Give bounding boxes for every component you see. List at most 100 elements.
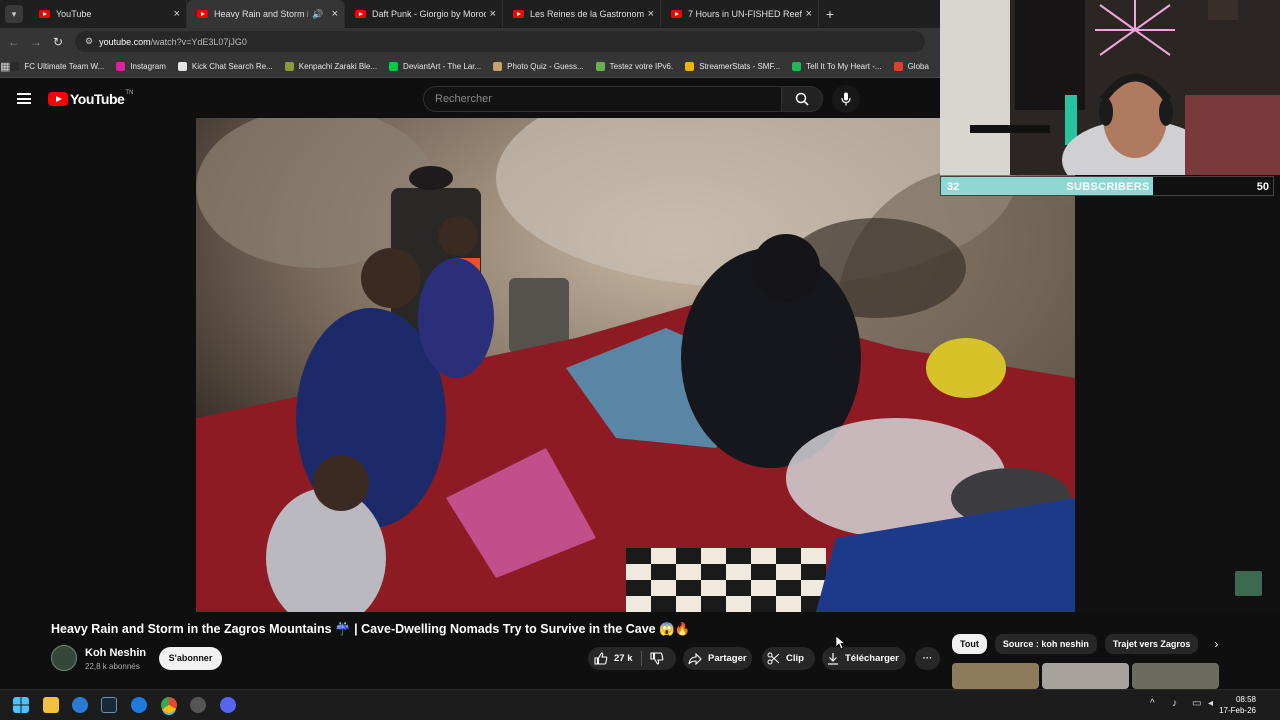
file-explorer-icon[interactable] xyxy=(43,697,59,713)
tab-title: Heavy Rain and Storm in the xyxy=(214,9,308,19)
bookmark-label: Kick Chat Search Re... xyxy=(191,61,273,71)
tab-title: YouTube xyxy=(56,9,92,19)
bookmarks-bar: ▦ FC Ultimate Team W... Instagram Kick Cha… xyxy=(0,55,940,78)
more-icon: ··· xyxy=(922,653,933,664)
bookmark-item[interactable]: StreamerStats - SMF... xyxy=(685,61,781,71)
chevron-right-icon[interactable]: › xyxy=(1214,637,1218,651)
browser-tab[interactable]: Heavy Rain and Storm in the 🔊 × xyxy=(187,0,345,28)
filter-chip[interactable]: Trajet vers Zagros xyxy=(1104,634,1199,654)
filter-chip[interactable]: Source : koh neshin xyxy=(994,634,1097,654)
dislike-button[interactable] xyxy=(642,652,664,665)
discord-icon[interactable] xyxy=(220,697,236,713)
download-icon xyxy=(828,653,838,665)
recommended-thumbnail[interactable] xyxy=(1132,663,1219,689)
bookmark-label: Globa xyxy=(907,61,929,71)
like-button[interactable]: 27 k xyxy=(588,651,642,666)
bookmark-item[interactable]: Photo Quiz - Guess... xyxy=(493,61,584,71)
address-bar[interactable]: ⚙ youtube.com/watch?v=YdE3L07jJG0 xyxy=(75,31,925,52)
subscribe-button[interactable]: S'abonner xyxy=(159,647,222,670)
tab-strip: YouTube×Heavy Rain and Storm in the🔊×Daf… xyxy=(29,0,819,28)
clip-button[interactable]: Clip xyxy=(762,647,815,670)
forward-icon[interactable]: → xyxy=(25,35,47,49)
voice-search-button[interactable] xyxy=(832,85,860,113)
bookmark-label: StreamerStats - SMF... xyxy=(699,61,781,71)
bookmark-item[interactable]: Globa xyxy=(893,61,929,71)
windows-start-icon[interactable] xyxy=(13,697,29,713)
browser-tab[interactable]: 7 Hours in UN-FISHED Reef Ho × xyxy=(661,0,819,28)
recommended-thumbnail[interactable] xyxy=(1042,663,1129,689)
video-title: Heavy Rain and Storm in the Zagros Mount… xyxy=(51,622,691,636)
channel-avatar[interactable] xyxy=(51,645,77,671)
browser-tab[interactable]: Les Reines de la Gastronomie d × xyxy=(503,0,661,28)
youtube-play-icon xyxy=(48,92,68,106)
subscriber-current: 32 xyxy=(947,181,960,193)
youtube-header: YouTube TN Rechercher xyxy=(0,79,940,118)
bookmark-favicon-icon xyxy=(116,61,126,71)
filter-chip[interactable]: Tout xyxy=(952,634,987,654)
browser-tab[interactable]: Daft Punk - Giorgio by Morode × xyxy=(345,0,503,28)
more-actions-button[interactable]: ··· xyxy=(915,647,940,670)
site-info-icon[interactable]: ⚙ xyxy=(85,36,93,47)
close-tab-icon[interactable]: × xyxy=(648,8,654,20)
channel-watermark-logo[interactable] xyxy=(1235,571,1262,596)
apps-grid-icon[interactable]: ▦ xyxy=(0,60,10,73)
close-tab-icon[interactable]: × xyxy=(490,8,496,20)
tab-search-button[interactable]: ▾ xyxy=(5,5,23,23)
youtube-logo[interactable]: YouTube TN xyxy=(48,90,133,107)
chrome-icon[interactable] xyxy=(161,697,177,713)
tab-title: Daft Punk - Giorgio by Morode xyxy=(372,9,486,19)
speaker-icon[interactable]: 🔊 xyxy=(312,9,323,20)
bookmark-item[interactable]: FC Ultimate Team W... xyxy=(10,61,105,71)
like-dislike-group: 27 k xyxy=(588,647,676,670)
download-button[interactable]: Télécharger xyxy=(822,647,906,670)
close-tab-icon[interactable]: × xyxy=(174,8,180,20)
close-tab-icon[interactable]: × xyxy=(332,8,338,20)
bookmark-item[interactable]: Kenpachi Zaraki Ble... xyxy=(284,61,378,71)
system-clock[interactable]: 08:58 17-Feb-26 xyxy=(1219,694,1256,716)
bookmark-item[interactable]: Tell It To My Heart -... xyxy=(792,61,882,71)
menu-icon[interactable] xyxy=(17,93,31,104)
tray-overflow-icon[interactable]: ^ xyxy=(1150,698,1155,709)
bookmark-label: Kenpachi Zaraki Ble... xyxy=(298,61,378,71)
browser-tab-bar: ▾ YouTube×Heavy Rain and Storm in the🔊×D… xyxy=(0,0,940,28)
bookmark-item[interactable]: Instagram xyxy=(116,61,166,71)
bookmark-favicon-icon xyxy=(595,61,605,71)
thumbs-up-icon xyxy=(594,652,608,665)
bookmark-label: FC Ultimate Team W... xyxy=(24,61,105,71)
outlook-icon[interactable] xyxy=(72,697,88,713)
tab-title: Les Reines de la Gastronomie d xyxy=(530,9,644,19)
clip-label: Clip xyxy=(786,653,804,664)
bookmark-item[interactable]: DeviantArt - The Lar... xyxy=(389,61,481,71)
bookmark-label: Photo Quiz - Guess... xyxy=(507,61,584,71)
like-count: 27 k xyxy=(614,653,633,664)
search-icon xyxy=(795,92,809,106)
bookmark-favicon-icon xyxy=(493,61,503,71)
chip-list: Tout Source : koh neshin Trajet vers Zagro… xyxy=(952,634,1206,654)
obs-icon[interactable] xyxy=(190,697,206,713)
steam-icon[interactable] xyxy=(101,697,117,713)
youtube-favicon-icon xyxy=(671,10,682,18)
bookmark-item[interactable]: Kick Chat Search Re... xyxy=(177,61,273,71)
youtube-favicon-icon xyxy=(355,10,366,18)
network-icon[interactable]: ▭ xyxy=(1192,698,1201,709)
battlenet-icon[interactable] xyxy=(131,697,147,713)
bookmark-label: Tell It To My Heart -... xyxy=(806,61,882,71)
bookmark-favicon-icon xyxy=(284,61,294,71)
back-icon[interactable]: ← xyxy=(3,35,25,49)
search-button[interactable] xyxy=(781,86,823,112)
bookmark-favicon-icon xyxy=(10,61,20,71)
channel-name[interactable]: Koh Neshin xyxy=(85,647,146,659)
bookmark-item[interactable]: Testez votre IPv6. xyxy=(595,61,673,71)
microphone-tray-icon[interactable]: ♪ xyxy=(1172,698,1177,709)
bookmark-favicon-icon xyxy=(792,61,802,71)
recommended-thumbnail[interactable] xyxy=(952,663,1039,689)
microphone-icon xyxy=(841,92,851,106)
browser-tab[interactable]: YouTube × xyxy=(29,0,187,28)
new-tab-button[interactable]: + xyxy=(819,6,841,22)
volume-icon[interactable]: ◂ xyxy=(1208,698,1213,709)
reload-icon[interactable]: ↻ xyxy=(47,35,69,49)
close-tab-icon[interactable]: × xyxy=(806,8,812,20)
share-button[interactable]: Partager xyxy=(683,647,752,670)
subscriber-goal: 50 xyxy=(1256,181,1269,193)
search-input[interactable]: Rechercher xyxy=(423,86,782,112)
